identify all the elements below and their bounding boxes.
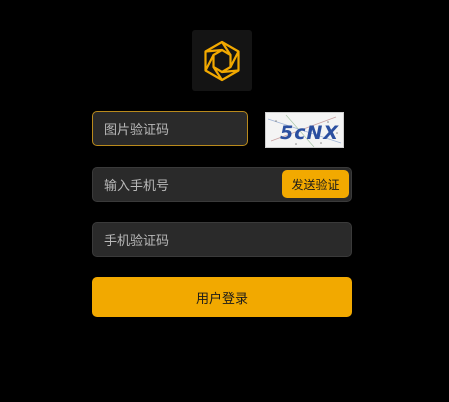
login-page: 图片验证码 5cNX 输入手机号 发送验证 手机验证码 用户登录: [0, 0, 449, 402]
image-captcha-placeholder: 图片验证码: [104, 123, 170, 138]
sms-code-input[interactable]: 手机验证码: [92, 222, 352, 257]
login-button[interactable]: 用户登录: [92, 277, 352, 317]
captcha-text: 5cNX: [280, 122, 339, 144]
captcha-noise-graphic: 5cNX: [267, 114, 342, 147]
hexagon-logo-icon: [204, 40, 240, 81]
phone-input[interactable]: 输入手机号 发送验证: [92, 167, 352, 202]
brand-logo: [192, 30, 252, 91]
send-code-button[interactable]: 发送验证: [282, 170, 349, 198]
captcha-image[interactable]: 5cNX: [265, 112, 344, 148]
sms-code-placeholder: 手机验证码: [104, 234, 170, 249]
image-captcha-input[interactable]: 图片验证码: [92, 111, 248, 146]
phone-placeholder: 输入手机号: [104, 179, 170, 194]
